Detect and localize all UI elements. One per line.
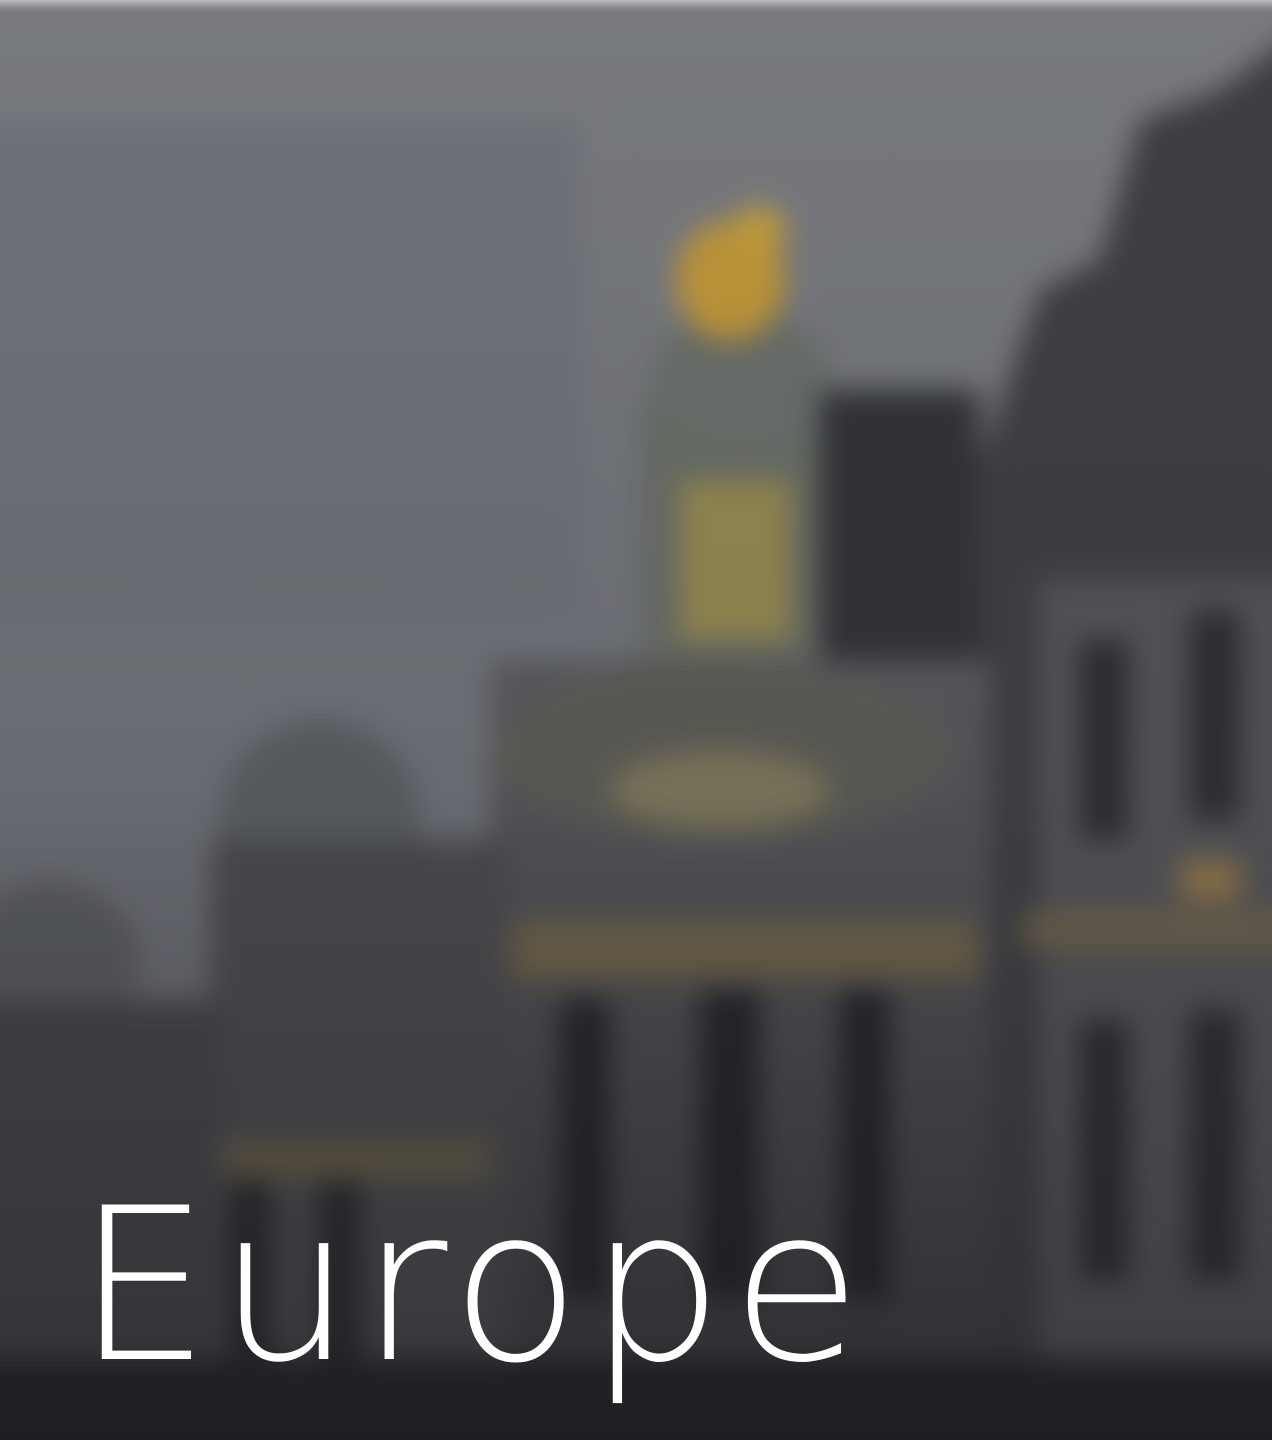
europe-destination-card[interactable]: Europe [0,0,1272,1440]
card-top-edge [0,0,1272,12]
card-title: Europe [76,1162,870,1409]
